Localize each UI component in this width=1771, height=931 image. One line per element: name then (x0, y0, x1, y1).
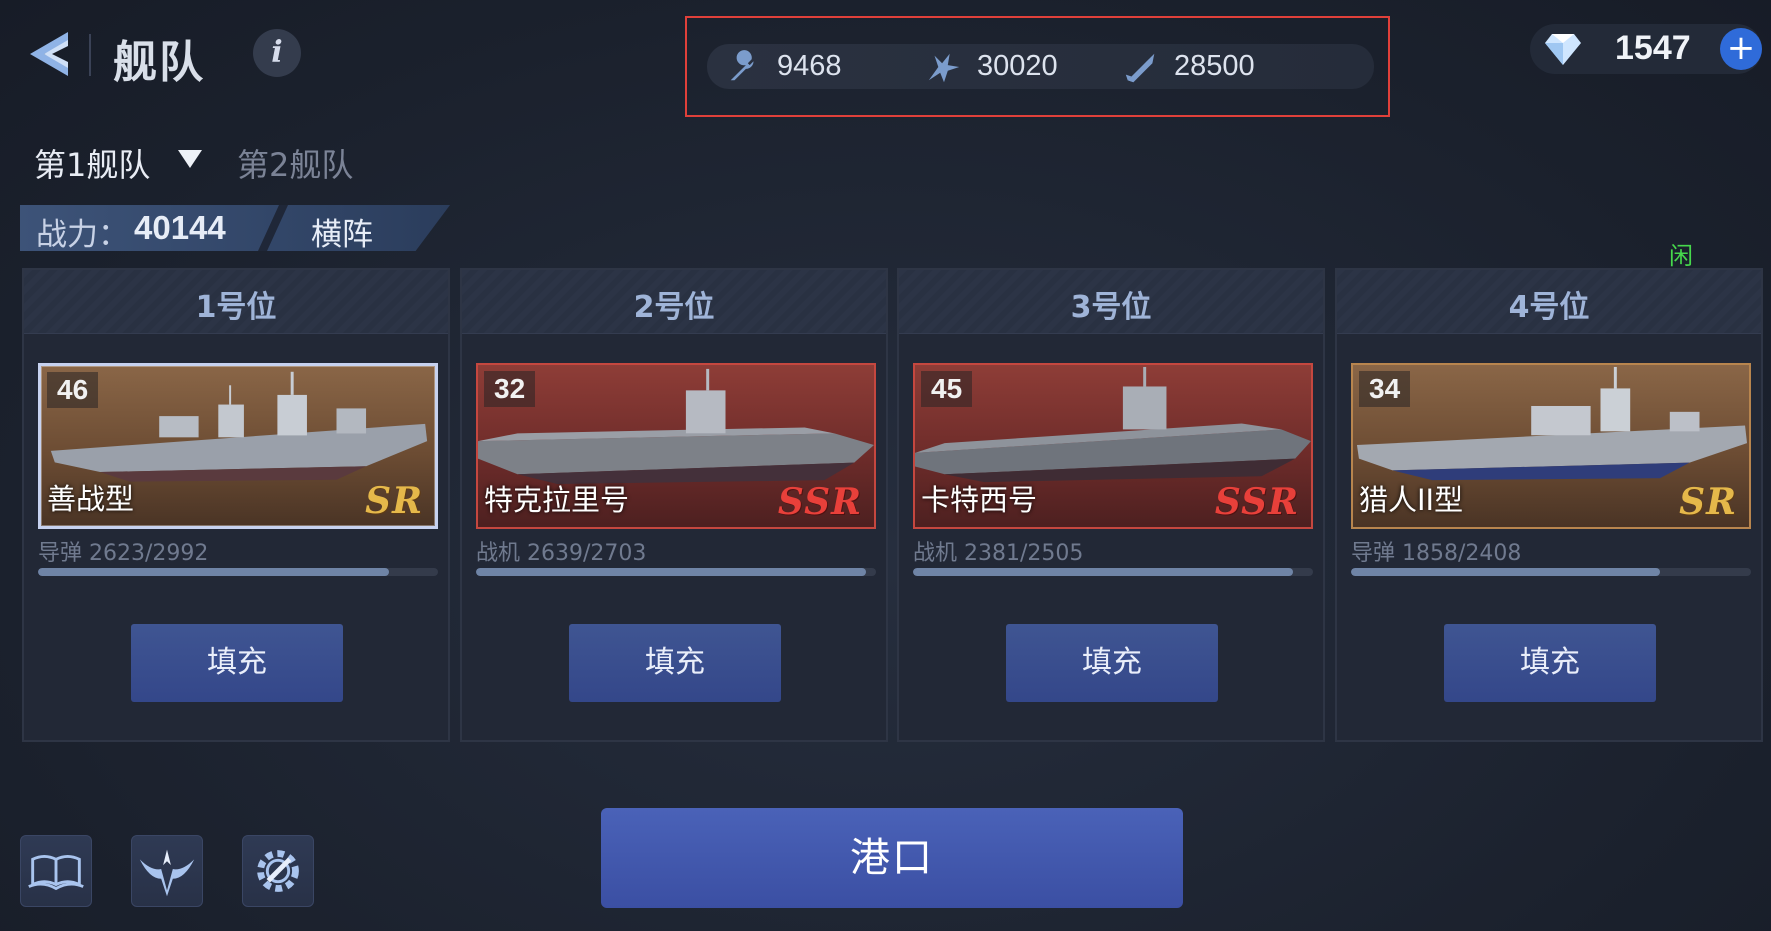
fill-button[interactable]: 填充 (1444, 624, 1656, 702)
resource-aircraft: 30020 (925, 44, 1058, 89)
ammo-progress-fill (913, 568, 1294, 576)
header-divider (89, 34, 91, 76)
formation-selector[interactable]: 横阵 (311, 209, 373, 254)
fleet-slot-2: 2号位 32 特克拉里号 SSR 战机 2639/2703 填充 (460, 268, 888, 742)
gem-counter: 1547 + (1530, 24, 1762, 74)
gem-count: 1547 (1615, 29, 1691, 67)
rarity-badge: SSR (777, 481, 862, 523)
slot-title: 3号位 (1070, 290, 1152, 325)
ship-card[interactable]: 46 善战型 SR (38, 363, 438, 529)
settings-button[interactable] (242, 835, 314, 907)
fleet-slot-1: 1号位 46 善战型 SR 导弹 2623/2992 填充 (22, 268, 450, 742)
slot-header: 4号位 (1337, 270, 1761, 334)
ammo-progress-fill (476, 568, 867, 576)
rarity-badge: SR (1679, 481, 1737, 523)
resource-repair: 9468 (725, 44, 842, 89)
info-icon: i (271, 35, 283, 70)
page-title: 舰队 (113, 37, 205, 88)
resource-repair-value: 9468 (777, 50, 842, 82)
ammo-progress-fill (1351, 568, 1660, 576)
ammo-progress (476, 568, 876, 576)
ammo-status: 战机 2639/2703 (476, 541, 647, 566)
slot-header: 2号位 (462, 270, 886, 334)
tab-fleet-2[interactable]: 第2舰队 (237, 140, 353, 186)
add-gems-button[interactable]: + (1720, 28, 1762, 70)
ammo-status: 导弹 1858/2408 (1351, 541, 1522, 566)
fleet-slot-3: 3号位 45 卡特西号 SSR 战机 2381/2505 填充 (897, 268, 1325, 742)
ship-name: 特克拉里号 (484, 483, 630, 517)
ship-card[interactable]: 34 猎人II型 SR (1351, 363, 1751, 529)
fill-button[interactable]: 填充 (131, 624, 343, 702)
chevron-down-icon[interactable] (178, 150, 202, 168)
wing-emblem-icon (139, 849, 195, 897)
ammo-progress (1351, 568, 1751, 576)
ammo-progress-fill (38, 568, 389, 576)
ship-card[interactable]: 32 特克拉里号 SSR (476, 363, 876, 529)
idle-badge: 闲 (1669, 242, 1693, 270)
resource-missile-value: 28500 (1174, 50, 1255, 82)
slot-title: 1号位 (195, 290, 277, 325)
info-button[interactable]: i (253, 29, 301, 77)
resource-bar: 9468 30020 28500 (707, 44, 1374, 89)
ammo-status: 战机 2381/2505 (913, 541, 1084, 566)
fleet-slot-4: 4号位 34 猎人II型 SR 导弹 1858/2408 填充 (1335, 268, 1763, 742)
port-button[interactable]: 港口 (601, 808, 1183, 908)
diamond-icon (1545, 34, 1581, 65)
slot-header: 1号位 (24, 270, 448, 334)
ship-name: 猎人II型 (1359, 483, 1464, 517)
gear-wrench-icon (257, 850, 299, 892)
fleet-screen: 舰队 i 9468 30020 28500 1547 + 第1舰队 第2舰队 战… (0, 0, 1771, 931)
ammo-progress (38, 568, 438, 576)
ship-level: 46 (47, 372, 99, 408)
codex-button[interactable] (20, 835, 92, 907)
book-icon (28, 854, 84, 891)
power-value: 40144 (134, 209, 226, 246)
resource-aircraft-value: 30020 (977, 50, 1058, 82)
aircraft-icon (928, 53, 960, 82)
ammo-status: 导弹 2623/2992 (38, 541, 209, 566)
rarity-badge: SR (365, 480, 423, 522)
ship-name: 善战型 (47, 482, 135, 516)
ship-level: 34 (1359, 371, 1411, 407)
resource-missile: 28500 (1122, 44, 1255, 89)
ship-name: 卡特西号 (921, 483, 1038, 517)
commander-button[interactable] (131, 835, 203, 907)
ship-level: 32 (484, 371, 536, 407)
wrench-icon (730, 49, 754, 80)
back-arrow-icon (30, 32, 68, 76)
tab-fleet-1[interactable]: 第1舰队 (34, 140, 150, 186)
ship-level: 45 (921, 371, 973, 407)
slot-title: 2号位 (633, 290, 715, 325)
fill-button[interactable]: 填充 (569, 624, 781, 702)
ship-card[interactable]: 45 卡特西号 SSR (913, 363, 1313, 529)
power-label: 战力： (36, 217, 129, 253)
ammo-progress (913, 568, 1313, 576)
rarity-badge: SSR (1214, 481, 1299, 523)
fill-button[interactable]: 填充 (1006, 624, 1218, 702)
back-button[interactable] (22, 26, 72, 82)
slot-title: 4号位 (1508, 290, 1590, 325)
missile-icon (1125, 53, 1155, 82)
slot-header: 3号位 (899, 270, 1323, 334)
